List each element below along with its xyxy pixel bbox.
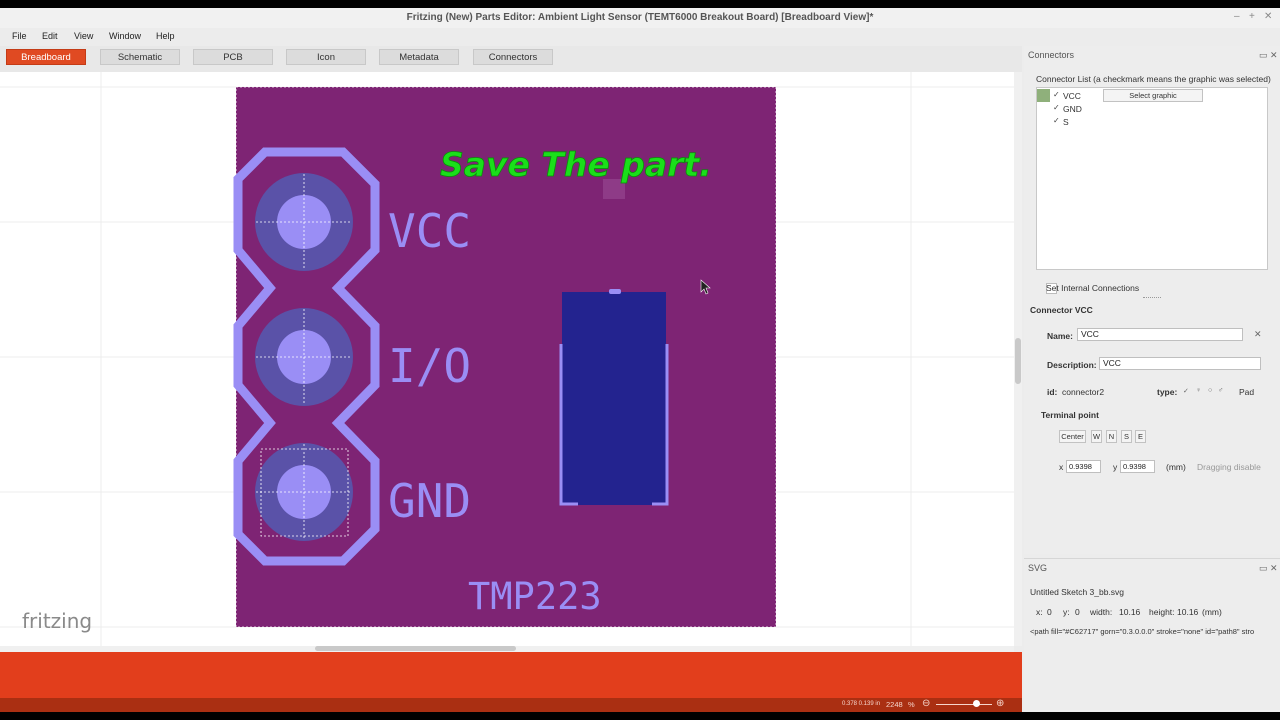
svg-filename: Untitled Sketch 3_bb.svg bbox=[1030, 587, 1125, 597]
tab-connectors[interactable]: Connectors bbox=[473, 49, 553, 65]
svg-y-value: 0 bbox=[1075, 607, 1080, 617]
float-panel-icon[interactable]: ▭ bbox=[1259, 563, 1268, 574]
terminal-east-button[interactable]: E bbox=[1135, 430, 1146, 443]
list-item[interactable]: GND bbox=[1063, 104, 1082, 114]
terminal-point-title: Terminal point bbox=[1041, 410, 1099, 420]
menu-edit[interactable]: Edit bbox=[42, 31, 58, 41]
connectors-panel: Connectors ▭ ✕ Connector List (a checkma… bbox=[1024, 46, 1280, 554]
view-tabs: Breadboard Schematic PCB Icon Metadata C… bbox=[0, 46, 1022, 72]
connector-section-title: Connector VCC bbox=[1030, 305, 1093, 315]
label-gnd: GND bbox=[388, 474, 471, 528]
sensor-chip bbox=[562, 292, 666, 505]
svg-height-value: 10.16 bbox=[1177, 607, 1199, 617]
connector-list-label: Connector List (a checkmark means the gr… bbox=[1036, 74, 1271, 84]
cursor-coords: 0.378 0.139 in bbox=[842, 701, 881, 707]
svg-x-value: 0 bbox=[1047, 607, 1052, 617]
title-bar: Fritzing (New) Parts Editor: Ambient Lig… bbox=[0, 8, 1280, 28]
svg-height-label: height: bbox=[1149, 607, 1175, 617]
parts-editor-window: Fritzing (New) Parts Editor: Ambient Lig… bbox=[0, 8, 1280, 712]
type-wire-radio[interactable]: ○ bbox=[1208, 387, 1212, 394]
float-panel-icon[interactable]: ▭ bbox=[1259, 50, 1268, 61]
tab-icon[interactable]: Icon bbox=[286, 49, 366, 65]
svg-x-label: x: bbox=[1036, 607, 1043, 617]
tab-pcb[interactable]: PCB bbox=[193, 49, 273, 65]
tab-schematic[interactable]: Schematic bbox=[100, 49, 180, 65]
bottom-toolbar bbox=[0, 652, 1022, 698]
name-field[interactable]: VCC bbox=[1077, 328, 1243, 341]
zoom-slider-handle[interactable] bbox=[973, 700, 980, 707]
label-io: I/O bbox=[388, 339, 471, 393]
menu-file[interactable]: File bbox=[12, 31, 27, 41]
terminal-x-spinbox[interactable]: 0.9398 bbox=[1066, 460, 1101, 473]
close-panel-icon[interactable]: ✕ bbox=[1270, 50, 1278, 61]
list-item[interactable]: S bbox=[1063, 117, 1069, 127]
delete-connector-icon[interactable]: ✕ bbox=[1254, 329, 1262, 340]
terminal-y-spinbox[interactable]: 0.9398 bbox=[1120, 460, 1155, 473]
checkmark-icon: ✓ bbox=[1053, 103, 1060, 112]
type-female-radio[interactable]: ♀ bbox=[1196, 387, 1201, 394]
menu-bar: File Edit View Window Help bbox=[0, 28, 1280, 45]
canvas-drawing: Save The part. VCC I/O GND TMP223 fritzi… bbox=[0, 72, 1014, 646]
connector-list[interactable]: ✓ VCC Select graphic ✓ GND ✓ S bbox=[1036, 87, 1268, 270]
tab-metadata[interactable]: Metadata bbox=[379, 49, 459, 65]
id-label: id: bbox=[1047, 387, 1058, 397]
select-graphic-button[interactable]: Select graphic bbox=[1103, 89, 1203, 102]
type-male-radio[interactable]: ✓ bbox=[1183, 387, 1189, 395]
maximize-icon[interactable]: + bbox=[1249, 11, 1255, 22]
svg-y-label: y: bbox=[1063, 607, 1070, 617]
name-label: Name: bbox=[1047, 331, 1073, 341]
type-pad-radio[interactable]: ♂ bbox=[1218, 387, 1223, 394]
description-field[interactable]: VCC bbox=[1099, 357, 1261, 370]
svg-unit: (mm) bbox=[1202, 607, 1222, 617]
terminal-west-button[interactable]: W bbox=[1091, 430, 1102, 443]
menu-view[interactable]: View bbox=[74, 31, 93, 41]
breadboard-canvas[interactable]: Save The part. VCC I/O GND TMP223 fritzi… bbox=[0, 72, 1014, 646]
zoom-slider[interactable] bbox=[936, 704, 992, 705]
canvas-vertical-scrollbar[interactable] bbox=[1014, 72, 1022, 646]
svg-width-value: 10.16 bbox=[1119, 607, 1141, 617]
status-bar: 0.378 0.139 in 2248 % ⊖ ⊕ bbox=[0, 698, 1022, 712]
label-vcc: VCC bbox=[388, 204, 471, 258]
close-icon[interactable]: ✕ bbox=[1264, 11, 1272, 22]
terminal-south-button[interactable]: S bbox=[1121, 430, 1132, 443]
connector-vcc-swatch bbox=[1037, 89, 1050, 102]
terminal-north-button[interactable]: N bbox=[1106, 430, 1117, 443]
svg-code-snippet: <path fill="#C62717" gorn="0.3.0.0.0" st… bbox=[1030, 627, 1255, 636]
chip-label: TMP223 bbox=[468, 575, 602, 618]
svg-width-label: width: bbox=[1090, 607, 1113, 617]
zoom-in-icon[interactable]: ⊕ bbox=[996, 698, 1004, 709]
terminal-unit: (mm) bbox=[1166, 462, 1186, 472]
id-value: connector2 bbox=[1062, 387, 1105, 397]
tab-breadboard[interactable]: Breadboard bbox=[6, 49, 86, 65]
dragging-status: Dragging disable bbox=[1197, 462, 1261, 472]
zoom-level: 2248 bbox=[886, 700, 903, 709]
minimize-icon[interactable]: – bbox=[1234, 11, 1240, 22]
svg-panel: SVG ▭ ✕ Untitled Sketch 3_bb.svg x: 0 y:… bbox=[1024, 558, 1280, 712]
menu-help[interactable]: Help bbox=[156, 31, 175, 41]
type-label: type: bbox=[1157, 387, 1178, 397]
zoom-out-icon[interactable]: ⊖ bbox=[922, 698, 930, 709]
internal-connections-label[interactable]: Set Internal Connections bbox=[1046, 283, 1139, 293]
terminal-center-button[interactable]: Center bbox=[1059, 430, 1086, 443]
window-title: Fritzing (New) Parts Editor: Ambient Lig… bbox=[406, 12, 874, 23]
menu-window[interactable]: Window bbox=[109, 31, 141, 41]
type-pad-label: Pad bbox=[1239, 387, 1255, 397]
connectors-panel-title: Connectors bbox=[1028, 50, 1075, 60]
fritzing-watermark: fritzing bbox=[22, 609, 92, 633]
splitter-handle[interactable] bbox=[1143, 297, 1161, 298]
zoom-unit: % bbox=[908, 700, 915, 709]
terminal-y-label: y bbox=[1113, 462, 1118, 472]
svg-panel-title: SVG bbox=[1028, 563, 1048, 573]
terminal-x-label: x bbox=[1059, 462, 1064, 472]
close-panel-icon[interactable]: ✕ bbox=[1270, 563, 1278, 574]
description-label: Description: bbox=[1047, 360, 1097, 370]
save-hint-text: Save The part. bbox=[440, 145, 712, 184]
checkmark-icon: ✓ bbox=[1053, 90, 1060, 99]
checkmark-icon: ✓ bbox=[1053, 116, 1060, 125]
list-item[interactable]: VCC bbox=[1063, 91, 1081, 101]
